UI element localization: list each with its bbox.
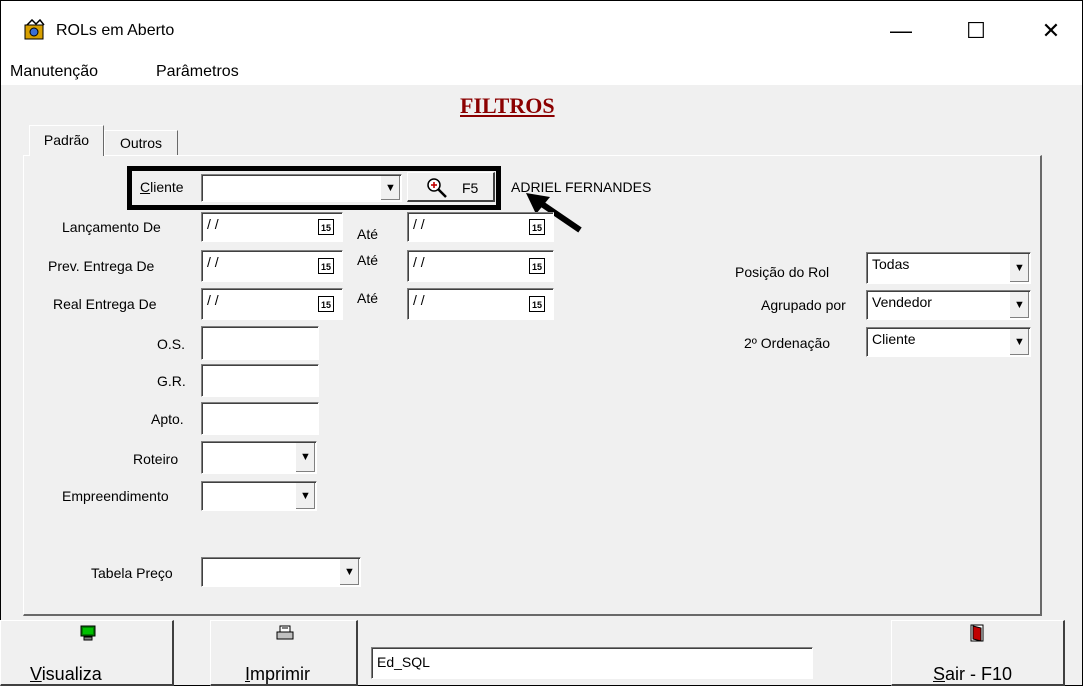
empreendimento-select[interactable]: ▼ [201, 481, 317, 511]
agrupado-por-label: Agrupado por [761, 297, 846, 313]
menu-manutencao[interactable]: Manutenção [10, 63, 98, 81]
sql-field-value: Ed_SQL [377, 654, 430, 670]
gr-field[interactable] [201, 364, 319, 397]
empreendimento-label: Empreendimento [62, 488, 169, 504]
monitor-icon [80, 625, 96, 641]
real-entrega-from-value: / / [207, 292, 219, 308]
calendar-icon[interactable]: 15 [529, 258, 545, 274]
sair-button[interactable]: Sair - F10 [891, 620, 1065, 686]
tab-padrao-label: Padrão [43, 132, 90, 148]
tabela-preco-select[interactable]: ▼ [201, 557, 361, 587]
tab-padrao[interactable]: Padrão [29, 125, 104, 156]
lancamento-to-value: / / [413, 216, 425, 232]
posicao-rol-value: Todas [872, 256, 910, 272]
ordenacao-select[interactable]: Cliente ▼ [866, 327, 1031, 357]
exit-door-icon [970, 624, 984, 642]
tab-outros-label: Outros [119, 135, 162, 151]
roteiro-select[interactable]: ▼ [201, 441, 317, 474]
ordenacao-label: 2º Ordenação [744, 335, 831, 351]
prev-entrega-label: Prev. Entrega De [48, 258, 155, 274]
lancamento-from-value: / / [207, 216, 219, 232]
minimize-button[interactable]: — [881, 11, 921, 51]
ordenacao-value: Cliente [872, 331, 916, 347]
os-field[interactable] [201, 326, 319, 360]
apto-field[interactable] [201, 402, 319, 435]
tab-outros[interactable]: Outros [104, 130, 178, 156]
tabela-preco-label: Tabela Preço [91, 565, 173, 581]
menu-bar: Manutenção Parâmetros [1, 59, 1082, 85]
real-entrega-from-field[interactable]: / / 15 [201, 288, 343, 320]
menu-parametros[interactable]: Parâmetros [156, 63, 239, 81]
app-icon [24, 19, 45, 40]
calendar-icon[interactable]: 15 [529, 296, 545, 312]
chevron-down-icon[interactable]: ▼ [339, 559, 359, 585]
real-entrega-ate-label: Até [357, 290, 379, 306]
imprimir-label: Imprimir [245, 664, 311, 684]
calendar-icon[interactable]: 15 [318, 219, 334, 235]
prev-entrega-from-field[interactable]: / / 15 [201, 250, 343, 282]
prev-entrega-from-value: / / [207, 254, 219, 270]
maximize-button[interactable]: ☐ [956, 11, 996, 51]
lancamento-label: Lançamento De [62, 219, 161, 235]
agrupado-por-select[interactable]: Vendedor ▼ [866, 290, 1031, 320]
window-title: ROLs em Aberto [56, 22, 175, 39]
imprimir-button[interactable]: Imprimir [210, 620, 358, 686]
chevron-down-icon[interactable]: ▼ [1009, 329, 1029, 355]
calendar-icon[interactable]: 15 [318, 258, 334, 274]
os-label: O.S. [157, 336, 186, 352]
close-button[interactable]: ✕ [1031, 11, 1071, 51]
highlight-box [127, 166, 501, 210]
real-entrega-to-field[interactable]: / / 15 [407, 288, 554, 320]
apto-label: Apto. [151, 411, 184, 427]
sair-label: Sair - F10 [933, 664, 1013, 684]
prev-entrega-to-value: / / [413, 254, 425, 270]
agrupado-por-value: Vendedor [872, 294, 932, 310]
chevron-down-icon[interactable]: ▼ [295, 443, 315, 472]
chevron-down-icon[interactable]: ▼ [295, 483, 315, 509]
prev-entrega-to-field[interactable]: / / 15 [407, 250, 554, 282]
page-title: FILTROS [460, 93, 555, 118]
calendar-icon[interactable]: 15 [318, 296, 334, 312]
visualiza-button[interactable]: Visualiza [0, 620, 174, 686]
printer-icon [276, 625, 294, 640]
prev-entrega-ate-label: Até [357, 252, 379, 268]
lancamento-ate-label: Até [357, 226, 379, 242]
posicao-rol-select[interactable]: Todas ▼ [866, 252, 1031, 284]
lancamento-from-field[interactable]: / / 15 [201, 212, 343, 242]
lancamento-to-field[interactable]: / / 15 [407, 212, 554, 242]
chevron-down-icon[interactable]: ▼ [1009, 254, 1029, 282]
sql-field[interactable]: Ed_SQL [371, 647, 813, 679]
real-entrega-label: Real Entrega De [53, 296, 157, 312]
roteiro-label: Roteiro [133, 451, 179, 467]
gr-label: G.R. [157, 373, 186, 389]
title-bar: ROLs em Aberto — ☐ ✕ [1, 1, 1082, 59]
visualiza-label: Visualiza [30, 664, 102, 684]
chevron-down-icon[interactable]: ▼ [1009, 292, 1029, 318]
calendar-icon[interactable]: 15 [529, 219, 545, 235]
posicao-rol-label: Posição do Rol [735, 264, 830, 280]
real-entrega-to-value: / / [413, 292, 425, 308]
